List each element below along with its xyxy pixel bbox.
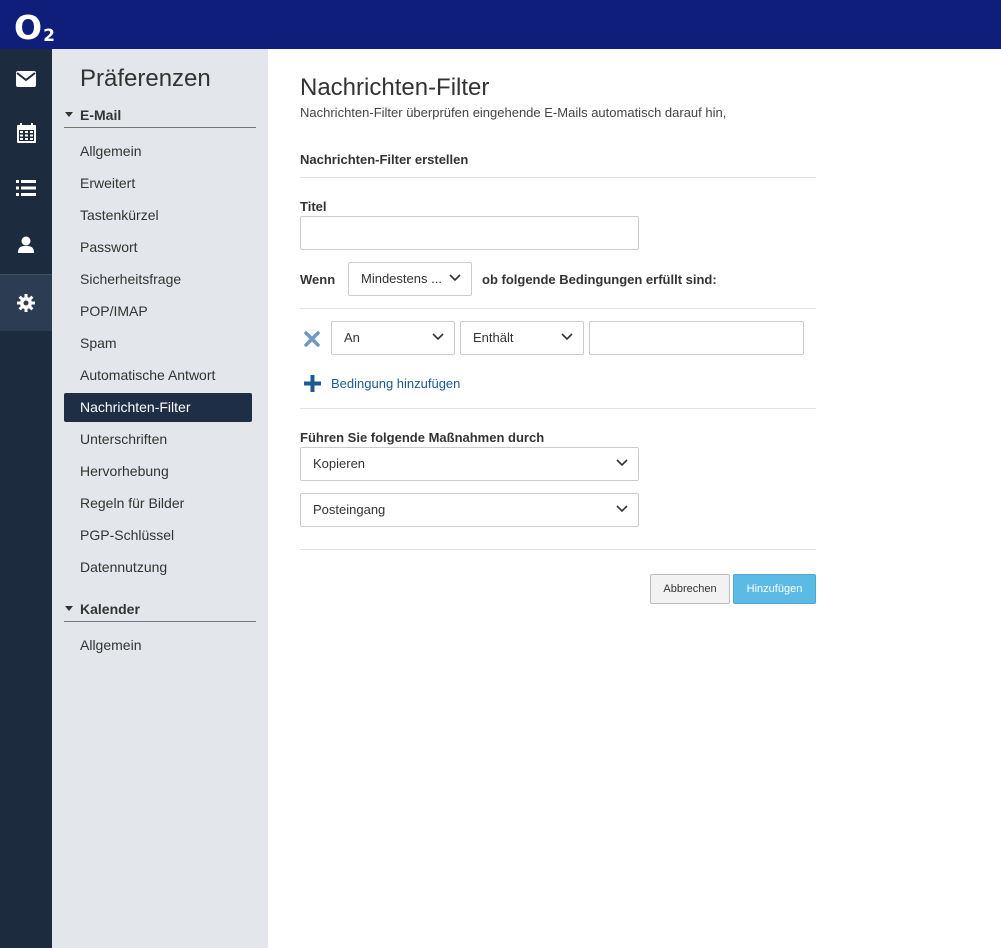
action-select-value: Kopieren — [313, 456, 366, 471]
title-input[interactable] — [300, 216, 639, 250]
calendar-icon — [16, 123, 36, 143]
sidebar-item-spam[interactable]: Spam — [64, 329, 252, 358]
sidebar-item-nachrichten-filter[interactable]: Nachrichten-Filter — [64, 393, 252, 422]
add-button[interactable]: Hinzufügen — [733, 574, 816, 604]
o2-logo[interactable]: O 2 — [14, 4, 55, 46]
form-section-title: Nachrichten-Filter erstellen — [300, 152, 469, 167]
plus-icon — [304, 375, 321, 392]
contact-icon — [18, 236, 34, 253]
section-label: Kalender — [80, 600, 140, 617]
match-select-value: Mindestens ... — [361, 271, 442, 286]
sidebar-item-unterschriften[interactable]: Unterschriften — [64, 425, 252, 454]
divider — [300, 308, 816, 309]
caret-down-icon — [65, 606, 73, 611]
sidebar-item-regeln-fuer-bilder[interactable]: Regeln für Bilder — [64, 489, 252, 518]
condition-field-value: An — [344, 330, 360, 345]
app-rail — [0, 49, 52, 948]
chevron-down-icon — [449, 274, 461, 282]
folder-select-value: Posteingang — [313, 502, 386, 517]
sidebar-item-datennutzung[interactable]: Datennutzung — [64, 553, 252, 582]
condition-operator-select[interactable]: Enthält — [460, 321, 584, 355]
when-label: Wenn — [300, 272, 336, 287]
section-email[interactable]: E-Mail — [64, 102, 256, 128]
rail-tasks[interactable] — [0, 160, 52, 216]
title-label: Titel — [300, 199, 327, 214]
cancel-button[interactable]: Abbrechen — [650, 574, 730, 604]
divider — [300, 408, 816, 409]
caret-down-icon — [65, 112, 73, 117]
sidebar-item-tastenkuerzel[interactable]: Tastenkürzel — [64, 201, 252, 230]
sidebar-item-kalender-allgemein[interactable]: Allgemein — [64, 631, 252, 660]
sidebar-item-allgemein[interactable]: Allgemein — [64, 137, 252, 166]
preferences-sidebar: Präferenzen E-Mail Allgemein Erweitert T… — [52, 49, 268, 948]
sidebar-item-passwort[interactable]: Passwort — [64, 233, 252, 262]
gear-icon — [17, 294, 35, 312]
condition-field-select[interactable]: An — [331, 321, 455, 355]
logo-letter: O — [14, 8, 43, 47]
chevron-down-icon — [616, 459, 628, 467]
page-title: Nachrichten-Filter — [300, 74, 490, 101]
section-label: E-Mail — [80, 106, 122, 123]
rail-settings[interactable] — [0, 275, 52, 331]
sidebar-item-hervorhebung[interactable]: Hervorhebung — [64, 457, 252, 486]
rail-contacts[interactable] — [0, 216, 52, 272]
sidebar-title: Präferenzen — [80, 65, 211, 92]
condition-value-input[interactable] — [589, 321, 804, 355]
section-calendar[interactable]: Kalender — [64, 596, 256, 622]
action-select[interactable]: Kopieren — [300, 447, 639, 481]
conditions-suffix: ob folgende Bedingungen erfüllt sind: — [482, 272, 717, 287]
sidebar-item-pop-imap[interactable]: POP/IMAP — [64, 297, 252, 326]
rail-calendar[interactable] — [0, 105, 52, 161]
add-condition-label: Bedingung hinzufügen — [331, 376, 461, 391]
logo-number: 2 — [43, 26, 55, 46]
sidebar-item-pgp-schluessel[interactable]: PGP-Schlüssel — [64, 521, 252, 550]
remove-condition-icon[interactable] — [304, 331, 320, 347]
mail-icon — [16, 71, 36, 87]
sidebar-item-sicherheitsfrage[interactable]: Sicherheitsfrage — [64, 265, 252, 294]
rail-mail[interactable] — [0, 51, 52, 107]
divider — [300, 177, 816, 178]
actions-label: Führen Sie folgende Maßnahmen durch — [300, 430, 545, 445]
match-select[interactable]: Mindestens ... — [348, 262, 472, 296]
divider — [300, 549, 816, 550]
add-condition-link[interactable]: Bedingung hinzufügen — [304, 375, 460, 392]
condition-operator-value: Enthält — [473, 330, 514, 345]
sidebar-item-automatische-antwort[interactable]: Automatische Antwort — [64, 361, 252, 390]
chevron-down-icon — [432, 333, 444, 341]
page-description: Nachrichten-Filter überprüfen eingehende… — [300, 105, 727, 120]
chevron-down-icon — [561, 333, 573, 341]
folder-select[interactable]: Posteingang — [300, 493, 639, 527]
top-bar: O 2 — [0, 0, 1001, 49]
list-icon — [16, 180, 36, 196]
sidebar-item-erweitert[interactable]: Erweitert — [64, 169, 252, 198]
chevron-down-icon — [616, 505, 628, 513]
